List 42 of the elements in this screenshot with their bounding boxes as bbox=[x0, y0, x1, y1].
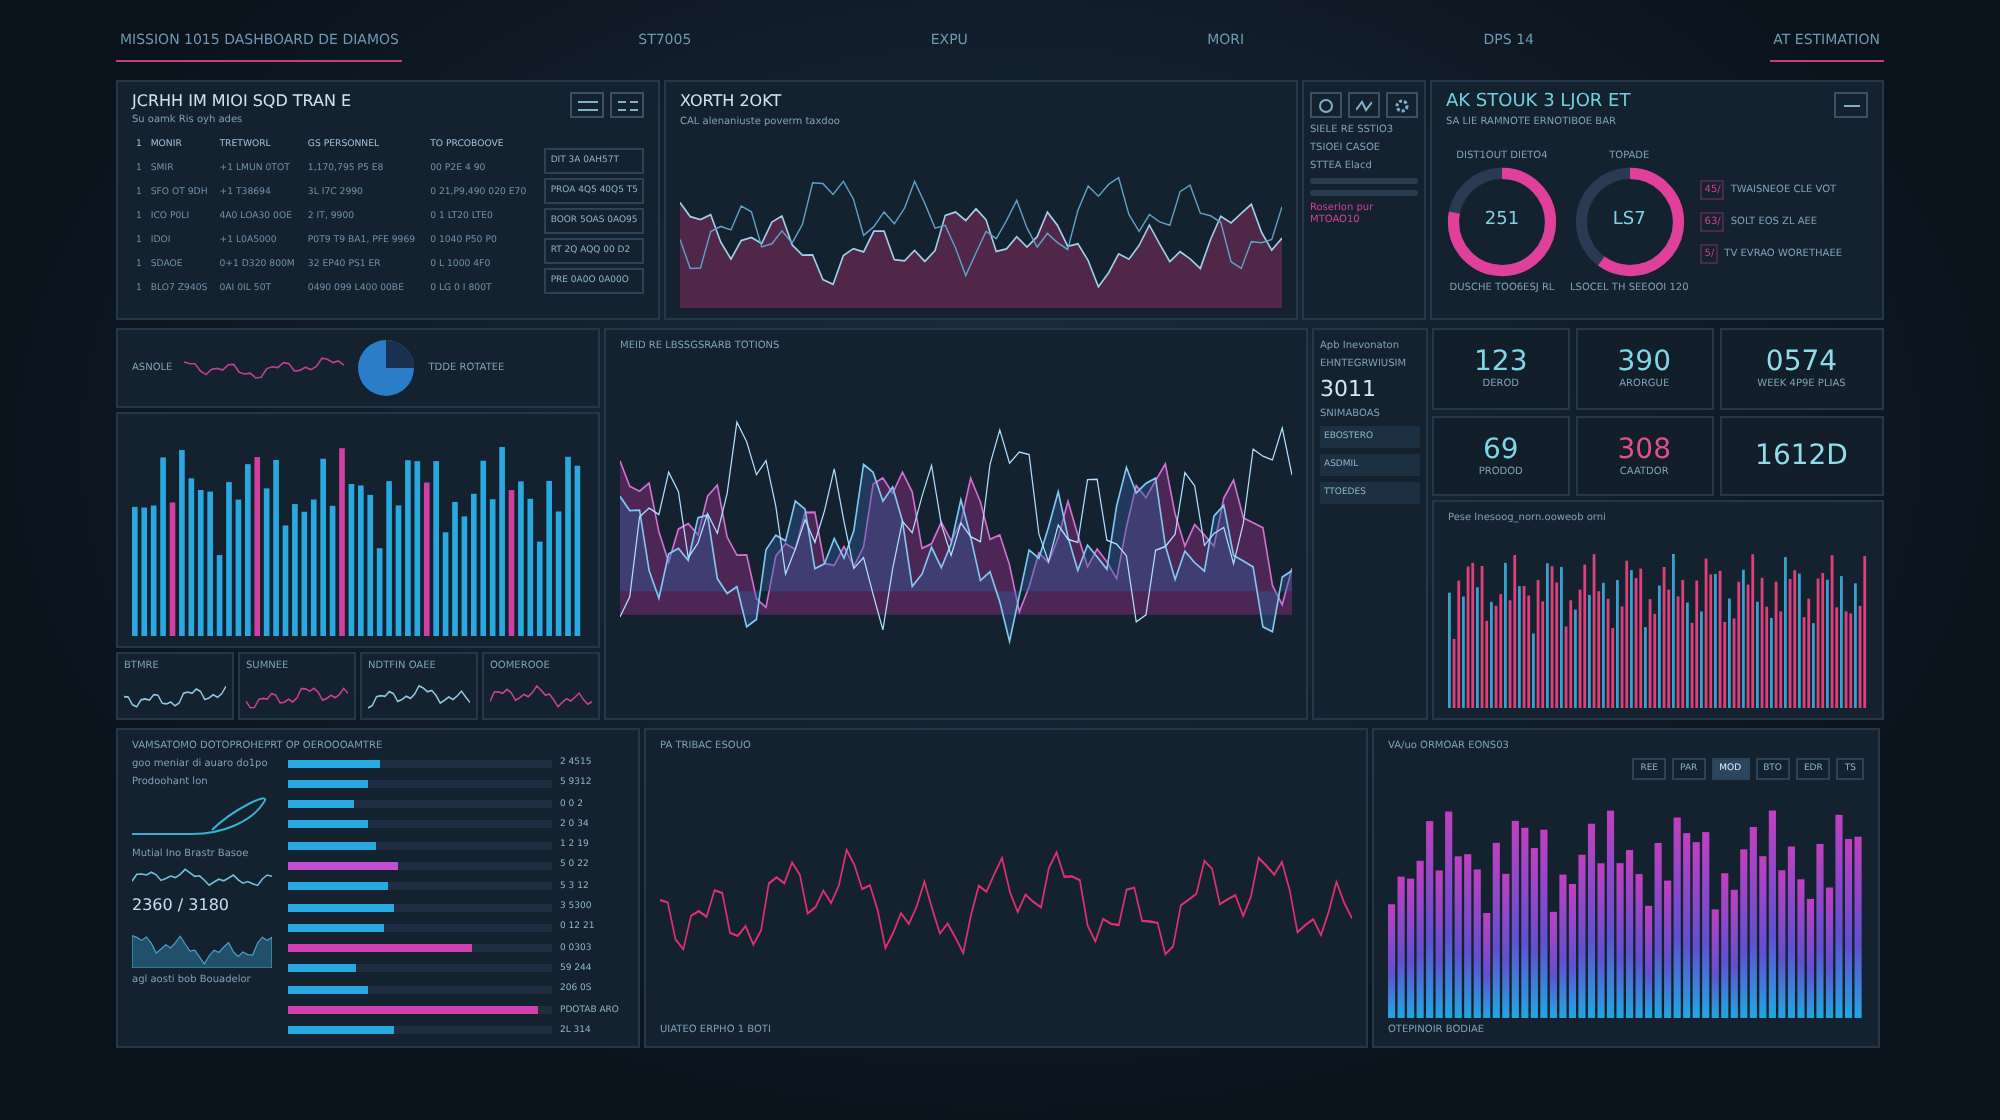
tool-button[interactable] bbox=[1310, 92, 1342, 118]
list-button[interactable] bbox=[570, 92, 604, 118]
grid-button[interactable] bbox=[610, 92, 644, 118]
reading-value: 2360 / 3180 bbox=[132, 896, 231, 914]
metric-value: 1612D bbox=[1755, 439, 1848, 472]
slider-track[interactable] bbox=[1310, 190, 1418, 196]
list-icon bbox=[577, 99, 597, 111]
metric-value: 308 bbox=[1617, 433, 1671, 466]
metric-value: 123 bbox=[1474, 346, 1528, 379]
chart-bar bbox=[395, 505, 402, 636]
sparkline-drawing bbox=[132, 866, 272, 890]
chart-bar bbox=[471, 493, 477, 636]
metric-value: 390 bbox=[1617, 346, 1671, 379]
chart-bar bbox=[132, 506, 138, 636]
grid-icon bbox=[617, 99, 637, 111]
chart-bar bbox=[282, 525, 289, 636]
donut-value: LS7 bbox=[1610, 209, 1648, 229]
metric-value: 69 bbox=[1482, 433, 1519, 466]
chart-bar bbox=[169, 502, 176, 636]
donut-value: 251 bbox=[1482, 209, 1522, 229]
chart-bar bbox=[235, 499, 242, 636]
chart-bar bbox=[461, 516, 468, 636]
panel-title: XORTH 2OKT bbox=[680, 92, 784, 110]
slider-track[interactable] bbox=[1310, 178, 1418, 184]
chart-bar bbox=[329, 505, 336, 636]
tool-button[interactable] bbox=[1348, 92, 1380, 118]
chart-bar bbox=[292, 504, 298, 636]
circle-icon bbox=[1318, 97, 1334, 113]
chart-bar bbox=[216, 555, 223, 636]
minimize-button[interactable] bbox=[1834, 92, 1868, 118]
readout-value: 3011 bbox=[1320, 376, 1378, 402]
settings-button[interactable] bbox=[1386, 92, 1418, 118]
chart-bar bbox=[442, 532, 449, 636]
minus-icon bbox=[1843, 101, 1859, 109]
chart-bar bbox=[452, 501, 458, 636]
chart-bar bbox=[555, 511, 562, 636]
metric-value: 0574 bbox=[1765, 346, 1838, 379]
wave-icon bbox=[1356, 97, 1372, 113]
panel-title: JCRHH IM MIOI SQD TRAN E bbox=[132, 92, 352, 110]
panel-title: AK STOUK 3 LJOR ET bbox=[1446, 92, 1631, 112]
settings-icon bbox=[1394, 97, 1410, 113]
pie-chart bbox=[356, 338, 417, 398]
